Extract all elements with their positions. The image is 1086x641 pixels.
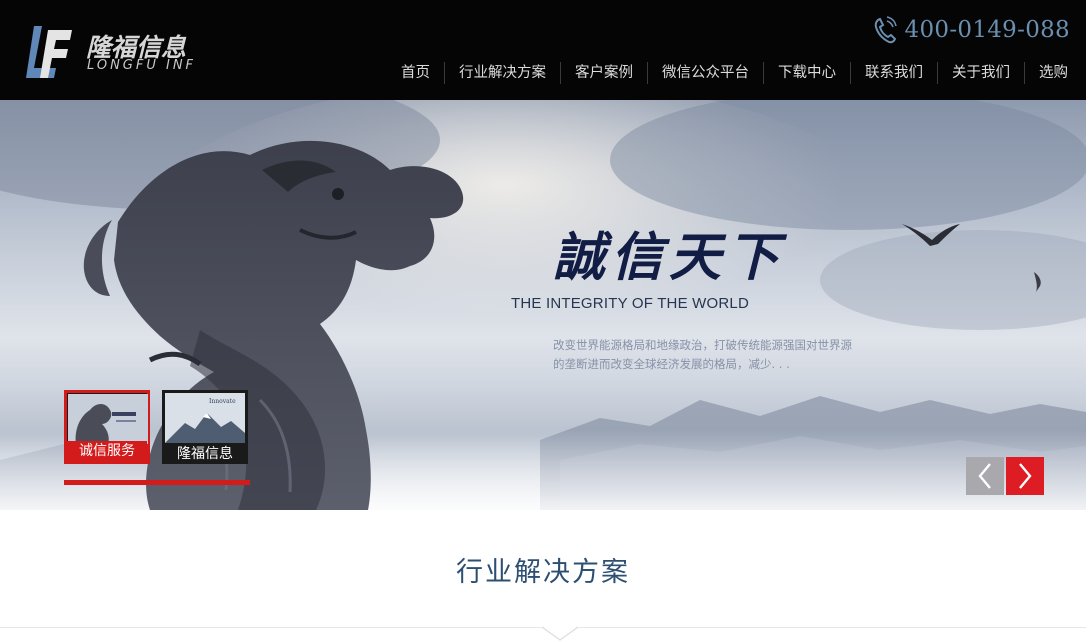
hotline: 400-0149-088 — [873, 14, 1070, 46]
chevron-down-icon — [541, 626, 579, 641]
thumb-mountain-image: Innovate — [165, 393, 245, 443]
section-title-solutions: 行业解决方案 — [456, 557, 630, 588]
slide-thumb-longfu-info[interactable]: Innovate 隆福信息 — [162, 390, 248, 464]
slide-prev-button[interactable] — [966, 457, 1004, 495]
nav-item-contact[interactable]: 联系我们 — [850, 62, 937, 84]
banner-headline-english: THE INTEGRITY OF THE WORLD — [511, 295, 749, 312]
nav-item-buy[interactable]: 选购 — [1024, 62, 1068, 84]
nav-item-about[interactable]: 关于我们 — [937, 62, 1024, 84]
nav-item-solutions[interactable]: 行业解决方案 — [444, 62, 560, 84]
slide-progress-bar — [64, 480, 250, 485]
nav-item-downloads[interactable]: 下载中心 — [763, 62, 850, 84]
logo-english-text: LONGFU INF — [87, 58, 197, 73]
banner-description: 改变世界能源格局和地缘政治，打破传统能源强国对世界源的垄断进而改变全球经济发展的… — [553, 338, 852, 371]
main-nav: 首页 行业解决方案 客户案例 微信公众平台 下载中心 联系我们 关于我们 选购 — [387, 60, 1068, 86]
thumb-caption: Innovate — [209, 398, 236, 405]
banner-headline-chinese: 誠信天下 — [553, 227, 786, 288]
logo-mark-icon — [26, 26, 72, 78]
chevron-right-icon — [1019, 463, 1032, 489]
slide-thumb-integrity-service[interactable]: 诚信服务 — [64, 390, 150, 464]
site-header: 隆福信息 LONGFU INF 400-0149-088 首页 行业解决方案 客… — [0, 0, 1086, 100]
nav-item-cases[interactable]: 客户案例 — [560, 62, 647, 84]
slide-thumb-label: 隆福信息 — [177, 446, 233, 462]
site-logo[interactable]: 隆福信息 LONGFU INF — [26, 24, 216, 80]
nav-item-home[interactable]: 首页 — [387, 62, 444, 84]
phone-icon — [874, 16, 897, 44]
hero-banner[interactable]: 誠信天下 THE INTEGRITY OF THE WORLD 改变世界能源格局… — [0, 100, 1086, 510]
slide-next-button[interactable] — [1006, 457, 1044, 495]
nav-item-wechat[interactable]: 微信公众平台 — [647, 62, 763, 84]
chevron-left-icon — [978, 463, 991, 489]
slide-thumb-label: 诚信服务 — [67, 441, 147, 461]
phone-number: 400-0149-088 — [904, 17, 1070, 43]
thumb-dragon-image — [68, 394, 148, 444]
